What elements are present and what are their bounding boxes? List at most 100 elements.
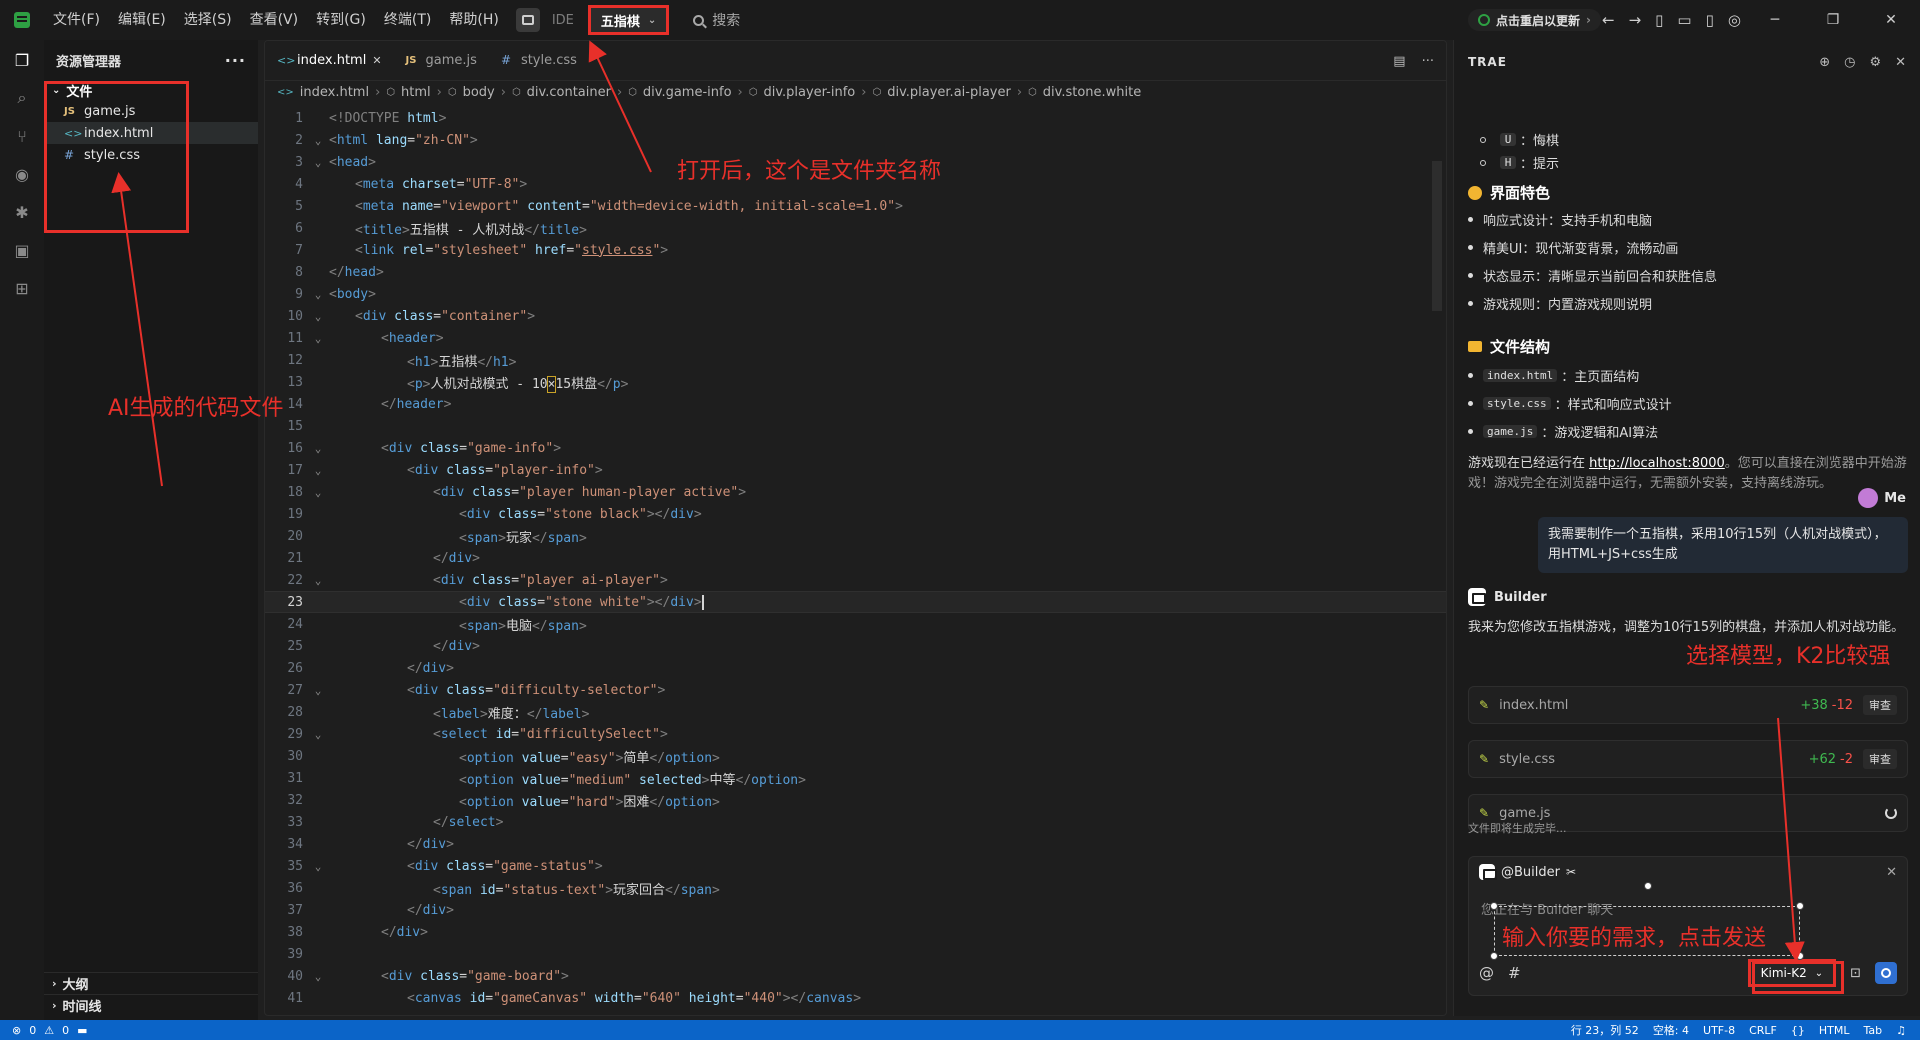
explorer-icon[interactable]: ❐	[10, 48, 34, 72]
command-search[interactable]: 搜索	[693, 10, 740, 30]
send-button[interactable]	[1875, 962, 1897, 984]
search-files-icon[interactable]: ⌕	[10, 86, 34, 110]
extensions-icon[interactable]: ⊞	[10, 276, 34, 300]
code-line[interactable]: 16 ⌄ <div class="game-info">	[265, 437, 1446, 459]
code-line[interactable]: 18 ⌄ <div class="player human-player activ…	[265, 481, 1446, 503]
fold-chevron-icon[interactable]: ⌄	[307, 860, 329, 873]
fold-chevron-icon[interactable]: ⌄	[307, 310, 329, 323]
breadcrumb-item[interactable]: div.player-info	[763, 85, 855, 100]
remote-icon[interactable]: ▣	[10, 238, 34, 262]
breadcrumb-item[interactable]: body	[463, 85, 495, 100]
outline-section[interactable]: › 大纲	[44, 972, 258, 994]
tab-style-css[interactable]: # style.css	[489, 41, 589, 80]
timeline-section[interactable]: › 时间线	[44, 994, 258, 1016]
menu-terminal[interactable]: 终端(T)	[375, 0, 440, 40]
braces-icon[interactable]: {}	[1791, 1024, 1805, 1037]
history-icon[interactable]: ◷	[1844, 55, 1855, 70]
error-count[interactable]: 0	[29, 1024, 36, 1037]
forward-arrow-icon[interactable]: →	[1629, 11, 1642, 29]
solo-mode-button[interactable]	[515, 8, 540, 32]
close-tab-icon[interactable]: ✕	[372, 54, 381, 67]
tab-mode[interactable]: Tab	[1864, 1024, 1883, 1037]
breadcrumb-item[interactable]: html	[401, 85, 431, 100]
account-icon[interactable]: ◎	[1728, 11, 1741, 29]
code-line[interactable]: 14 </header>	[265, 393, 1446, 415]
restart-update-button[interactable]: 点击重启以更新 ›	[1468, 9, 1601, 31]
code-line[interactable]: 10 ⌄ <div class="container">	[265, 305, 1446, 327]
code-line[interactable]: 36 <span id="status-text">玩家回合</span>	[265, 877, 1446, 899]
fold-chevron-icon[interactable]: ⌄	[307, 970, 329, 983]
hash-context-icon[interactable]: #	[1508, 964, 1521, 982]
menu-view[interactable]: 查看(V)	[241, 0, 308, 40]
code-line[interactable]: 25 </div>	[265, 635, 1446, 657]
code-line[interactable]: 2 ⌄ <html lang="zh-CN">	[265, 129, 1446, 151]
localhost-link[interactable]: http://localhost:8000	[1589, 456, 1725, 471]
code-line[interactable]: 26 </div>	[265, 657, 1446, 679]
ide-mode-button[interactable]: IDE	[552, 13, 574, 28]
menu-help[interactable]: 帮助(H)	[440, 0, 507, 40]
review-button[interactable]: 审查	[1863, 695, 1897, 715]
project-switcher[interactable]: 五指棋 ⌄	[587, 5, 670, 35]
code-area[interactable]: 1 <!DOCTYPE html> 2 ⌄ <html lang="zh-CN"> 3 ⌄ <…	[265, 107, 1446, 1009]
close-icon[interactable]: ✕	[1886, 865, 1897, 880]
tab-game-js[interactable]: JS game.js	[394, 41, 489, 80]
minimize-icon[interactable]: ─	[1746, 0, 1804, 40]
source-control-icon[interactable]: ⑂	[10, 124, 34, 148]
code-line[interactable]: 24 <span>电脑</span>	[265, 613, 1446, 635]
agent-mention[interactable]: @Builder	[1501, 865, 1560, 880]
breadcrumb-item[interactable]: div.player.ai-player	[887, 85, 1011, 100]
code-line[interactable]: 9 ⌄ <body>	[265, 283, 1446, 305]
debug-icon[interactable]: ✱	[10, 200, 34, 224]
code-line[interactable]: 37 </div>	[265, 899, 1446, 921]
breadcrumb-item[interactable]: div.game-info	[643, 85, 732, 100]
breadcrumb-item[interactable]: index.html	[300, 85, 369, 100]
code-line[interactable]: 13 <p>人机对战模式 - 10×15棋盘</p>	[265, 371, 1446, 393]
close-icon[interactable]: ✕	[1895, 55, 1906, 70]
gear-icon[interactable]: ⚙	[1869, 55, 1881, 70]
code-line[interactable]: 6 <title>五指棋 - 人机对战</title>	[265, 217, 1446, 239]
code-line[interactable]: 40 ⌄ <div class="game-board">	[265, 965, 1446, 987]
code-line[interactable]: 31 <option value="medium" selected>中等</op…	[265, 767, 1446, 789]
code-line[interactable]: 7 <link rel="stylesheet" href="style.css"…	[265, 239, 1446, 261]
code-line[interactable]: 27 ⌄ <div class="difficulty-selector">	[265, 679, 1446, 701]
code-line[interactable]: 39	[265, 943, 1446, 965]
review-button[interactable]: 审查	[1863, 749, 1897, 769]
code-line[interactable]: 23 <div class="stone white"></div>​	[265, 591, 1446, 613]
code-line[interactable]: 17 ⌄ <div class="player-info">	[265, 459, 1446, 481]
warning-count[interactable]: 0	[62, 1024, 69, 1037]
code-line[interactable]: 15	[265, 415, 1446, 437]
new-chat-icon[interactable]: ⊕	[1819, 55, 1830, 70]
fold-chevron-icon[interactable]: ⌄	[307, 442, 329, 455]
menu-file[interactable]: 文件(F)	[44, 0, 109, 40]
fold-chevron-icon[interactable]: ⌄	[307, 464, 329, 477]
toggle-chat-icon[interactable]: ▯	[1706, 11, 1714, 29]
more-actions-icon[interactable]: ···	[225, 51, 246, 70]
menu-selection[interactable]: 选择(S)	[175, 0, 241, 40]
more-actions-icon[interactable]: ···	[1422, 54, 1434, 69]
code-line[interactable]: 35 ⌄ <div class="game-status">	[265, 855, 1446, 877]
close-window-icon[interactable]: ✕	[1862, 0, 1920, 40]
tab-index-html[interactable]: <> index.html ✕	[265, 41, 394, 80]
back-arrow-icon[interactable]: ←	[1602, 11, 1615, 29]
code-line[interactable]: 22 ⌄ <div class="player ai-player">	[265, 569, 1446, 591]
code-line[interactable]: 38 </div>	[265, 921, 1446, 943]
warning-icon[interactable]: ⚠	[44, 1024, 54, 1037]
language-mode[interactable]: HTML	[1819, 1024, 1850, 1037]
menu-go[interactable]: 转到(G)	[307, 0, 375, 40]
line-ending[interactable]: CRLF	[1749, 1024, 1777, 1037]
error-icon[interactable]: ⊗	[12, 1024, 21, 1037]
fold-chevron-icon[interactable]: ⌄	[307, 728, 329, 741]
toggle-sidebar-icon[interactable]: ▯	[1655, 11, 1663, 29]
fold-chevron-icon[interactable]: ⌄	[307, 332, 329, 345]
notification-bell-icon[interactable]: ♫	[1896, 1024, 1906, 1037]
code-line[interactable]: 8 </head>	[265, 261, 1446, 283]
editor-scrollbar[interactable]	[1432, 161, 1442, 311]
fold-chevron-icon[interactable]: ⌄	[307, 288, 329, 301]
restore-icon[interactable]: ❐	[1804, 0, 1862, 40]
fold-chevron-icon[interactable]: ⌄	[307, 574, 329, 587]
code-line[interactable]: 41 <canvas id="gameCanvas" width="640" he…	[265, 987, 1446, 1009]
indentation[interactable]: 空格: 4	[1653, 1022, 1689, 1038]
fold-chevron-icon[interactable]: ⌄	[307, 156, 329, 169]
fold-chevron-icon[interactable]: ⌄	[307, 134, 329, 147]
tools-icon[interactable]: ✂	[1566, 865, 1576, 879]
